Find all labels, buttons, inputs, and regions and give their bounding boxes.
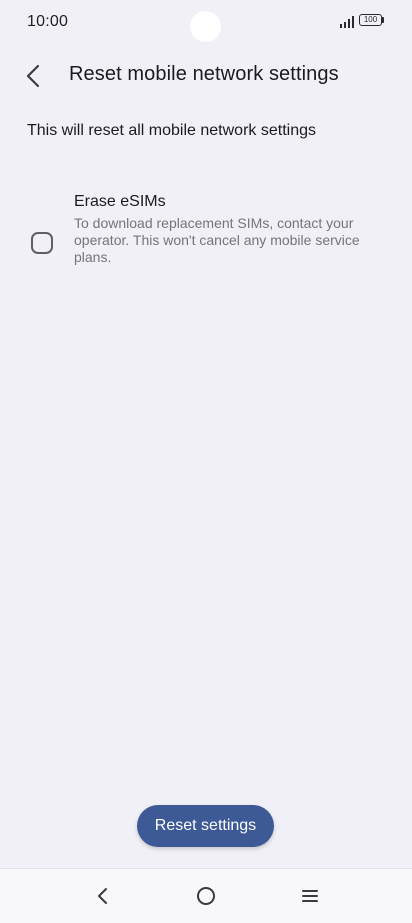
erase-esims-option[interactable]: Erase eSIMs To download replacement SIMs… bbox=[0, 186, 412, 286]
nav-back-icon bbox=[98, 888, 107, 904]
reset-settings-button[interactable]: Reset settings bbox=[137, 805, 274, 847]
app-bar: Reset mobile network settings bbox=[0, 52, 412, 100]
battery-icon: 100 bbox=[359, 14, 386, 28]
nav-home-icon bbox=[197, 887, 215, 905]
erase-esims-checkbox[interactable] bbox=[31, 232, 53, 254]
nav-recents-button[interactable] bbox=[290, 879, 330, 913]
description-text: This will reset all mobile network setti… bbox=[27, 122, 316, 139]
back-button[interactable] bbox=[14, 56, 54, 96]
navigation-bar bbox=[0, 868, 412, 923]
back-arrow-icon bbox=[26, 64, 40, 88]
camera-cutout bbox=[190, 11, 221, 42]
nav-back-button[interactable] bbox=[83, 879, 123, 913]
nav-recents-icon bbox=[302, 890, 318, 902]
status-time: 10:00 bbox=[27, 13, 69, 30]
status-bar: 10:00 100 bbox=[0, 0, 412, 48]
battery-level: 100 bbox=[359, 14, 382, 26]
signal-icon bbox=[340, 16, 354, 28]
page-title: Reset mobile network settings bbox=[69, 63, 339, 85]
nav-home-button[interactable] bbox=[186, 879, 226, 913]
erase-esims-title: Erase eSIMs bbox=[74, 193, 166, 210]
erase-esims-summary: To download replacement SIMs, contact yo… bbox=[74, 215, 360, 265]
